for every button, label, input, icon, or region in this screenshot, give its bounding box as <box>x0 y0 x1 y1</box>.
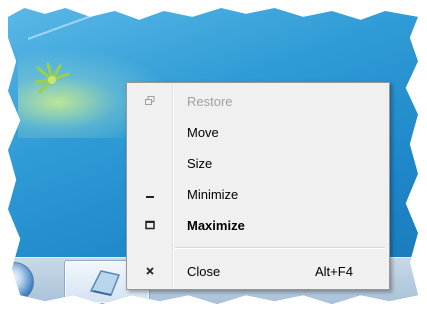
menu-item-size[interactable]: Size <box>129 149 387 177</box>
menu-item-shortcut: Alt+F4 <box>315 263 353 279</box>
wallpaper-beam <box>27 8 189 40</box>
screenshot-frame: Restore Move Size Minimize Maximize Clos… <box>8 8 418 304</box>
menu-item-label: Restore <box>187 93 233 109</box>
menu-item-restore[interactable]: Restore <box>129 87 387 115</box>
menu-item-move[interactable]: Move <box>129 118 387 146</box>
system-context-menu: Restore Move Size Minimize Maximize Clos… <box>126 82 390 290</box>
restore-icon <box>129 96 171 106</box>
close-icon <box>129 266 171 276</box>
menu-item-label: Move <box>187 124 219 140</box>
menu-separator <box>175 247 385 249</box>
maximize-icon <box>129 220 171 230</box>
notepad-app-icon <box>89 270 121 296</box>
wallpaper-flower-icon <box>34 62 70 94</box>
menu-item-label: Close <box>187 263 221 279</box>
menu-item-maximize[interactable]: Maximize <box>129 211 387 239</box>
windows-orb-icon[interactable] <box>8 262 34 302</box>
menu-item-label: Maximize <box>187 217 245 233</box>
menu-item-minimize[interactable]: Minimize <box>129 180 387 208</box>
menu-item-label: Size <box>187 155 213 171</box>
minimize-icon <box>129 189 171 199</box>
menu-item-close[interactable]: Close Alt+F4 <box>129 257 387 285</box>
menu-item-label: Minimize <box>187 186 239 202</box>
